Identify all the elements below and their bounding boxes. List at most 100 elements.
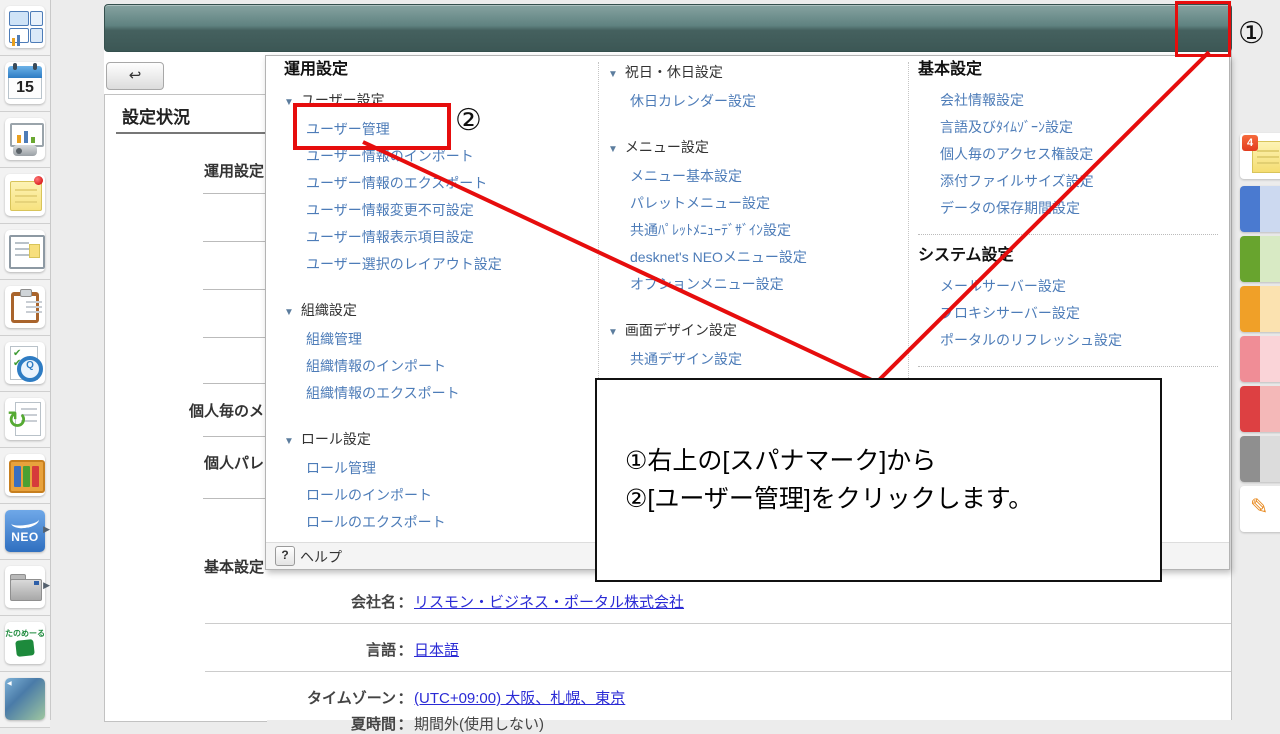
dst-value: 期間外(使用しない) bbox=[414, 716, 544, 733]
sidebar-item-schedule[interactable]: 15 bbox=[0, 56, 50, 112]
info-label: 会社名 bbox=[200, 591, 396, 612]
palette-swatch-gray[interactable] bbox=[1240, 436, 1280, 482]
palette-swatch-orange[interactable] bbox=[1240, 286, 1280, 332]
menu-group-title[interactable]: メニュー設定 bbox=[625, 139, 709, 155]
company-name-link[interactable]: リスモン・ビジネス・ポータル株式会社 bbox=[414, 594, 684, 611]
menu-item[interactable]: ユーザー選択のレイアウト設定 bbox=[284, 251, 584, 278]
divider bbox=[203, 337, 265, 338]
timezone-link[interactable]: (UTC+09:00) 大阪、札幌、東京 bbox=[414, 690, 625, 707]
sidebar-item-survey[interactable]: ✔✔ Q bbox=[0, 336, 50, 392]
divider bbox=[203, 436, 265, 437]
menu-section-header: 基本設定 bbox=[918, 59, 1218, 81]
menu-item[interactable]: ユーザー情報表示項目設定 bbox=[284, 224, 584, 251]
info-label: 夏時間 bbox=[200, 713, 396, 734]
menu-section-header: 運用設定 bbox=[284, 59, 584, 81]
sidebar-item-workflow[interactable]: ↻ bbox=[0, 392, 50, 448]
menu-item[interactable]: 休日カレンダー設定 bbox=[608, 88, 898, 115]
status-row-label: 個人毎のメ bbox=[104, 400, 264, 421]
menu-item[interactable]: メールサーバー設定 bbox=[918, 273, 1218, 300]
menu-item[interactable]: 共通デザイン設定 bbox=[608, 346, 898, 373]
menu-group-menu-settings[interactable]: ▼ メニュー設定 bbox=[608, 134, 898, 163]
divider bbox=[918, 366, 1218, 367]
expand-arrow-icon[interactable]: ▶ bbox=[43, 524, 50, 535]
menu-group-title[interactable]: 祝日・休日設定 bbox=[625, 64, 723, 80]
palette-sidebar: 4 ✎ bbox=[1232, 0, 1280, 720]
sidebar-item-portal[interactable] bbox=[0, 0, 50, 56]
menu-item[interactable]: 添付ファイルサイズ設定 bbox=[918, 168, 1218, 195]
menu-item[interactable]: メニュー基本設定 bbox=[608, 163, 898, 190]
divider bbox=[205, 671, 1231, 672]
menu-item[interactable]: ポータルのリフレッシュ設定 bbox=[918, 327, 1218, 354]
sidebar-item-memo[interactable] bbox=[0, 168, 50, 224]
menu-group-holiday[interactable]: ▼祝日・休日設定 bbox=[608, 59, 898, 88]
sidebar-item-facility[interactable] bbox=[0, 112, 50, 168]
pencil-edit-icon[interactable]: ✎ bbox=[1240, 486, 1280, 532]
question-icon: ? bbox=[281, 548, 288, 562]
collapse-triangle-icon: ▼ bbox=[608, 327, 618, 338]
back-button[interactable]: ↩ bbox=[106, 62, 164, 90]
menu-item[interactable]: 会社情報設定 bbox=[918, 87, 1218, 114]
annotation-note-line1: ①右上の[スパナマーク]から bbox=[625, 442, 1033, 480]
back-arrow-icon: ↩ bbox=[129, 67, 142, 84]
menu-item[interactable]: 組織管理 bbox=[284, 326, 584, 353]
binders-shelf-icon bbox=[5, 454, 45, 496]
sidebar-item-circulation[interactable] bbox=[0, 224, 50, 280]
menu-group-organization[interactable]: ▼組織設定 bbox=[284, 297, 584, 326]
status-row-label: 基本設定 bbox=[104, 556, 264, 577]
menu-item[interactable]: ユーザー情報のエクスポート bbox=[284, 170, 584, 197]
sidebar-item-neo[interactable]: NEO ▶ bbox=[0, 504, 50, 560]
menu-item[interactable]: ロールのエクスポート bbox=[284, 509, 584, 536]
annotation-note-line2: ②[ユーザー管理]をクリックします。 bbox=[625, 480, 1033, 518]
menu-item[interactable]: 個人毎のアクセス権設定 bbox=[918, 141, 1218, 168]
menu-group-title[interactable]: 組織設定 bbox=[301, 302, 357, 318]
menu-item[interactable]: パレットメニュー設定 bbox=[608, 190, 898, 217]
sidebar-item-clipboard[interactable] bbox=[0, 280, 50, 336]
divider bbox=[918, 234, 1218, 235]
collapse-triangle-icon: ▼ bbox=[608, 144, 618, 155]
neo-logo-icon: NEO bbox=[5, 510, 45, 552]
menu-item[interactable]: desknet's NEOメニュー設定 bbox=[608, 244, 898, 271]
collapse-triangle-icon: ▼ bbox=[284, 436, 294, 447]
menu-group-title[interactable]: ロール設定 bbox=[301, 431, 371, 447]
menu-item[interactable]: ユーザー情報変更不可設定 bbox=[284, 197, 584, 224]
annotation-highlight-wrench bbox=[1175, 1, 1231, 57]
menu-item[interactable]: プロキシサーバー設定 bbox=[918, 300, 1218, 327]
help-label[interactable]: ヘルプ bbox=[300, 547, 342, 567]
palette-swatch-blue[interactable] bbox=[1240, 186, 1280, 232]
menu-group-title[interactable]: 画面デザイン設定 bbox=[625, 322, 737, 338]
menu-item[interactable]: データの保存期間設定 bbox=[918, 195, 1218, 222]
menu-item[interactable]: 言語及びﾀｲﾑｿﾞｰﾝ設定 bbox=[918, 114, 1218, 141]
menu-item[interactable]: ロール管理 bbox=[284, 455, 584, 482]
divider bbox=[203, 241, 265, 242]
status-panel-title: 設定状況 bbox=[122, 103, 190, 128]
menu-column-holiday-menu: ▼祝日・休日設定 休日カレンダー設定 ▼メニュー設定 メニュー基本設定 パレット… bbox=[608, 59, 898, 400]
menu-column-basic-system: 基本設定 会社情報設定 言語及びﾀｲﾑｿﾞｰﾝ設定 個人毎のアクセス権設定 添付… bbox=[918, 59, 1218, 405]
menu-item[interactable]: 組織情報のエクスポート bbox=[284, 380, 584, 407]
banner-image: ◀ bbox=[5, 678, 45, 720]
language-link[interactable]: 日本語 bbox=[414, 642, 459, 659]
menu-item[interactable]: 共通ﾊﾟﾚｯﾄﾒﾆｭｰﾃﾞｻﾞｲﾝ設定 bbox=[608, 217, 898, 244]
annotation-highlight-user-management bbox=[293, 103, 451, 150]
info-label: 言語 bbox=[200, 639, 396, 660]
sidebar-item-tanomail[interactable]: たのめーる bbox=[0, 616, 50, 672]
menu-group-screen-design[interactable]: ▼ 画面デザイン設定 bbox=[608, 317, 898, 346]
expand-arrow-icon[interactable]: ▶ bbox=[43, 580, 50, 591]
palette-swatch-red[interactable] bbox=[1240, 386, 1280, 432]
sidebar-item-folder[interactable]: ▶ bbox=[0, 560, 50, 616]
info-row-timezone: タイムゾーン：(UTC+09:00) 大阪、札幌、東京 bbox=[200, 687, 625, 708]
clipboard-icon bbox=[5, 286, 45, 328]
palette-swatch-pink[interactable] bbox=[1240, 336, 1280, 382]
folder-icon bbox=[5, 566, 45, 608]
menu-item[interactable]: ロールのインポート bbox=[284, 482, 584, 509]
palette-swatch-green[interactable] bbox=[1240, 236, 1280, 282]
bulletin-board-icon bbox=[5, 230, 45, 272]
divider bbox=[203, 498, 265, 499]
tanomail-logo: たのめーる bbox=[5, 622, 45, 664]
sidebar-item-cabinet[interactable] bbox=[0, 448, 50, 504]
menu-group-role[interactable]: ▼ ロール設定 bbox=[284, 426, 584, 455]
help-button[interactable]: ? bbox=[275, 546, 295, 566]
info-row-company: 会社名：リスモン・ビジネス・ポータル株式会社 bbox=[200, 591, 684, 612]
menu-item[interactable]: オプションメニュー設定 bbox=[608, 271, 898, 298]
menu-item[interactable]: 組織情報のインポート bbox=[284, 353, 584, 380]
notification-note-icon[interactable]: 4 bbox=[1240, 133, 1280, 179]
